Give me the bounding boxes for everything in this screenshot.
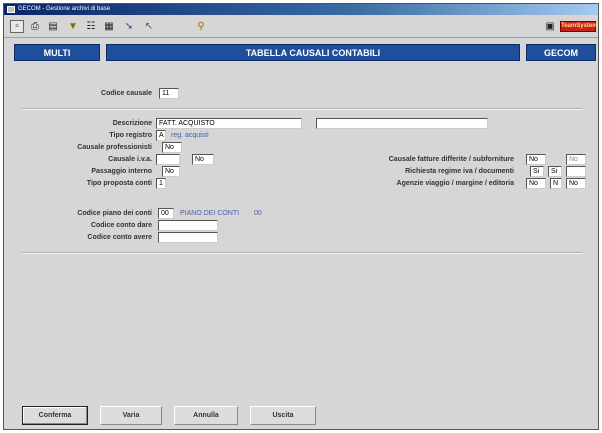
richiesta-regime-iva-input[interactable]: Si xyxy=(530,166,544,177)
descrizione-extra-input[interactable] xyxy=(316,118,488,129)
piano-conti-description: PIANO DEI CONTI xyxy=(180,210,240,217)
descrizione-input[interactable]: FATT. ACQUISTO xyxy=(156,118,302,129)
varia-button[interactable]: Varia xyxy=(100,406,162,425)
causale-professionisti-label: Causale professionisti xyxy=(77,144,152,151)
descrizione-label: Descrizione xyxy=(112,120,152,127)
annulla-button[interactable]: Annulla xyxy=(174,406,238,425)
causale-iva-input[interactable] xyxy=(156,154,180,165)
cursor-icon[interactable]: ↖ xyxy=(142,20,156,33)
agenzie-viaggio-label: Agenzie viaggio / margine / editoria xyxy=(396,180,514,187)
arrow-icon[interactable]: ➘ xyxy=(122,20,136,33)
editoria-input[interactable]: No xyxy=(566,178,586,189)
richiesta-regime-documenti-input[interactable]: Si xyxy=(548,166,562,177)
calculator-icon[interactable]: ▦ xyxy=(102,20,116,33)
conferma-button[interactable]: Conferma xyxy=(22,406,88,425)
causale-fatture-label: Causale fatture differite / subforniture xyxy=(388,156,514,163)
codice-conto-dare-input[interactable] xyxy=(158,220,218,231)
window-icon[interactable]: ▫ xyxy=(10,20,24,33)
tipo-registro-label: Tipo registro xyxy=(109,132,152,139)
tipo-registro-input[interactable]: A xyxy=(156,130,166,141)
application-window: GECOM - Gestione archivi di base ▫ ⎙ ▤ ▼… xyxy=(3,3,599,430)
richiesta-regime-extra-input[interactable] xyxy=(566,166,586,177)
network-icon[interactable]: ☷ xyxy=(84,20,98,33)
richiesta-regime-label: Richiesta regime iva / documenti xyxy=(405,168,514,175)
codice-conto-dare-label: Codice conto dare xyxy=(90,222,152,229)
causale-professionisti-input[interactable]: No xyxy=(162,142,182,153)
causale-fatture-input[interactable]: No xyxy=(526,154,546,165)
app-icon xyxy=(7,6,15,13)
tipo-proposta-conti-input[interactable]: 1 xyxy=(156,178,166,189)
separator xyxy=(22,252,582,254)
codice-piano-conti-label: Codice piano dei conti xyxy=(77,210,152,217)
codice-causale-input[interactable]: 11 xyxy=(159,88,179,99)
codice-conto-avere-label: Codice conto avere xyxy=(87,234,152,241)
causale-iva-label: Causale i.v.a. xyxy=(108,156,152,163)
piano-conti-code-description: 00 xyxy=(254,210,262,217)
codice-piano-conti-input[interactable]: 00 xyxy=(158,208,174,219)
window-title: GECOM - Gestione archivi di base xyxy=(18,6,111,12)
brand-logo: TeamSystem xyxy=(560,21,598,32)
separator xyxy=(22,108,582,110)
passaggio-interno-input[interactable]: No xyxy=(162,166,180,177)
filter-icon[interactable]: ▼ xyxy=(66,20,80,33)
passaggio-interno-label: Passaggio interno xyxy=(91,168,152,175)
printer-icon[interactable]: ⎙ xyxy=(28,20,42,33)
causale-fatture-extra-input[interactable]: No xyxy=(566,154,586,165)
tipo-registro-description: reg. acquisti xyxy=(171,132,209,139)
toolbar: ▫ ⎙ ▤ ▼ ☷ ▦ ➘ ↖ ⚲ ▣ TeamSystem xyxy=(4,16,598,38)
header-bar: MULTI TABELLA CAUSALI CONTABILI GECOM xyxy=(14,44,596,61)
uscita-button[interactable]: Uscita xyxy=(250,406,316,425)
header-module: GECOM xyxy=(526,44,596,61)
margine-input[interactable]: N xyxy=(550,178,562,189)
print-preview-icon[interactable]: ▤ xyxy=(46,20,60,33)
causale-iva-flag-input[interactable]: No xyxy=(192,154,214,165)
header-company: MULTI xyxy=(14,44,100,61)
title-bar: GECOM - Gestione archivi di base xyxy=(4,4,598,15)
codice-conto-avere-input[interactable] xyxy=(158,232,218,243)
codice-causale-label: Codice causale xyxy=(101,90,152,97)
company-logo-icon: ▣ xyxy=(545,21,555,32)
agenzie-viaggio-input[interactable]: No xyxy=(526,178,546,189)
pin-icon[interactable]: ⚲ xyxy=(194,20,208,33)
page-title: TABELLA CAUSALI CONTABILI xyxy=(106,44,520,61)
tipo-proposta-conti-label: Tipo proposta conti xyxy=(86,180,152,187)
